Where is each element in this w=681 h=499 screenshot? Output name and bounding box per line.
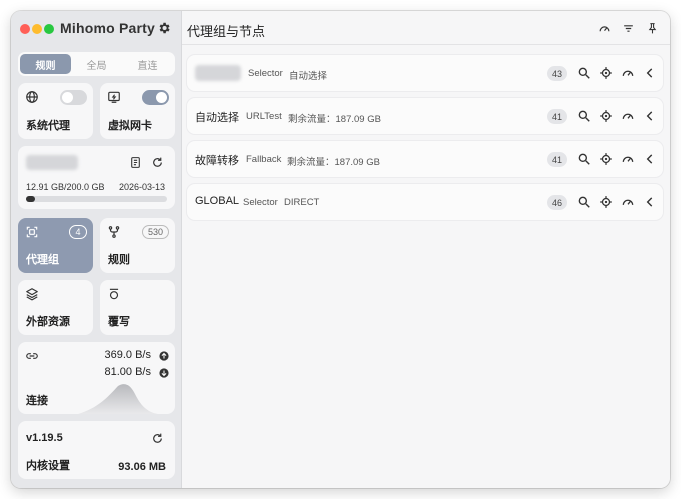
rules-label: 规则 <box>108 254 130 266</box>
system-proxy-toggle[interactable] <box>60 90 87 105</box>
group-current-node: 自动选择 <box>289 71 328 82</box>
speedometer-icon[interactable] <box>598 22 611 35</box>
search-icon[interactable] <box>577 109 591 123</box>
rules-fork-icon <box>108 226 120 238</box>
chevron-left-icon[interactable] <box>643 152 657 166</box>
subscription-expire-date: 2026-03-13 <box>118 182 165 192</box>
profile-name-redacted <box>26 155 78 170</box>
group-name: 自动选择 <box>195 112 239 124</box>
chevron-left-icon[interactable] <box>643 109 657 123</box>
group-name: 故障转移 <box>195 155 239 167</box>
core-settings-card[interactable]: v1.19.5 内核设置 93.06 MB <box>18 421 175 479</box>
speedtest-icon[interactable] <box>621 195 635 209</box>
upload-speed: 369.0 B/s <box>104 349 151 361</box>
rules-count: 530 <box>141 225 169 239</box>
rules-card[interactable]: 530 规则 <box>100 218 175 273</box>
mode-tab-direct[interactable]: 直连 <box>122 54 173 74</box>
group-name: GLOBAL <box>195 195 240 207</box>
tun-card[interactable]: 虚拟网卡 <box>100 83 175 139</box>
speedtest-icon[interactable] <box>621 66 635 80</box>
search-icon[interactable] <box>577 195 591 209</box>
locate-icon[interactable] <box>599 152 613 166</box>
layers-icon <box>26 288 38 301</box>
zoom-window-button[interactable] <box>44 24 54 34</box>
system-proxy-card[interactable]: 系统代理 <box>18 83 93 139</box>
group-current-node: 剩余流量：187.09 GB <box>288 114 381 125</box>
mode-switch: 规则 全局 直连 <box>18 52 175 76</box>
subscription-usage: 12.91 GB/200.0 GB <box>26 182 105 192</box>
connections-label: 连接 <box>26 395 48 407</box>
tun-icon <box>108 91 120 103</box>
upload-arrow-icon <box>159 351 169 361</box>
override-card[interactable]: 覆写 <box>100 280 175 335</box>
search-icon[interactable] <box>577 66 591 80</box>
search-icon[interactable] <box>577 152 591 166</box>
locate-icon[interactable] <box>599 195 613 209</box>
core-memory: 93.06 MB <box>118 461 166 473</box>
core-settings-label: 内核设置 <box>26 460 70 472</box>
page-title: 代理组与节点 <box>187 24 266 39</box>
pin-icon[interactable] <box>646 22 659 35</box>
proxy-groups-card[interactable]: 4 代理组 <box>18 218 93 273</box>
core-version: v1.19.5 <box>26 432 63 444</box>
download-arrow-icon <box>159 368 169 378</box>
group-current-node: 剩余流量：187.09 GB <box>287 157 380 168</box>
refresh-icon[interactable] <box>151 156 164 169</box>
group-node-count: 46 <box>547 195 568 210</box>
settings-gear-icon[interactable] <box>157 21 171 35</box>
group-node-count: 41 <box>547 152 568 167</box>
override-label: 覆写 <box>108 316 130 328</box>
external-resources-card[interactable]: 外部资源 <box>18 280 93 335</box>
group-type: Selector <box>243 197 278 208</box>
proxy-group-row[interactable]: 自动选择 URLTest 剩余流量：187.09 GB 41 <box>187 98 663 134</box>
connections-card[interactable]: 369.0 B/s 81.00 B/s 连接 <box>18 342 175 414</box>
proxy-group-row[interactable]: 故障转移 Fallback 剩余流量：187.09 GB 41 <box>187 141 663 177</box>
main-panel: 代理组与节点 Selector 自动选择 43 自动选择 URLTest 剩余流量：187… <box>182 11 670 488</box>
group-type: URLTest <box>246 111 282 122</box>
document-icon[interactable] <box>129 156 142 169</box>
group-node-count: 41 <box>547 109 568 124</box>
mode-tab-global[interactable]: 全局 <box>71 54 122 74</box>
group-current-node: DIRECT <box>284 197 320 208</box>
app-title: Mihomo Party <box>60 20 155 36</box>
sort-icon[interactable] <box>622 22 635 35</box>
locate-icon[interactable] <box>599 66 613 80</box>
group-name-redacted <box>195 65 241 81</box>
override-icon <box>109 288 119 300</box>
system-proxy-label: 系统代理 <box>26 120 70 132</box>
speedtest-icon[interactable] <box>621 109 635 123</box>
link-icon <box>26 353 38 359</box>
download-speed: 81.00 B/s <box>104 366 151 378</box>
tun-toggle[interactable] <box>142 90 169 105</box>
chevron-left-icon[interactable] <box>643 195 657 209</box>
chevron-left-icon[interactable] <box>643 66 657 80</box>
locate-icon[interactable] <box>599 109 613 123</box>
proxy-groups-label: 代理组 <box>26 254 59 266</box>
app-window: Mihomo Party 规则 全局 直连 系统代理 虚拟网卡 12.91 GB… <box>11 11 670 488</box>
sidebar: Mihomo Party 规则 全局 直连 系统代理 虚拟网卡 12.91 GB… <box>11 11 182 488</box>
group-node-count: 43 <box>547 66 568 81</box>
minimize-window-button[interactable] <box>32 24 42 34</box>
subscription-card[interactable]: 12.91 GB/200.0 GB 2026-03-13 <box>18 146 175 209</box>
group-type: Selector <box>248 68 283 79</box>
group-type: Fallback <box>246 154 282 165</box>
restart-core-icon[interactable] <box>151 432 164 445</box>
tun-label: 虚拟网卡 <box>108 120 152 132</box>
speedtest-icon[interactable] <box>621 152 635 166</box>
subscription-progress-bar <box>26 196 167 202</box>
proxy-groups-icon <box>26 226 38 238</box>
globe-icon <box>26 91 38 103</box>
proxy-group-row[interactable]: GLOBAL Selector DIRECT 46 <box>187 184 663 220</box>
close-window-button[interactable] <box>20 24 30 34</box>
mode-tab-rule[interactable]: 规则 <box>20 54 71 74</box>
proxy-groups-count: 4 <box>69 225 87 239</box>
proxy-group-row[interactable]: Selector 自动选择 43 <box>187 55 663 91</box>
external-resources-label: 外部资源 <box>26 316 70 328</box>
